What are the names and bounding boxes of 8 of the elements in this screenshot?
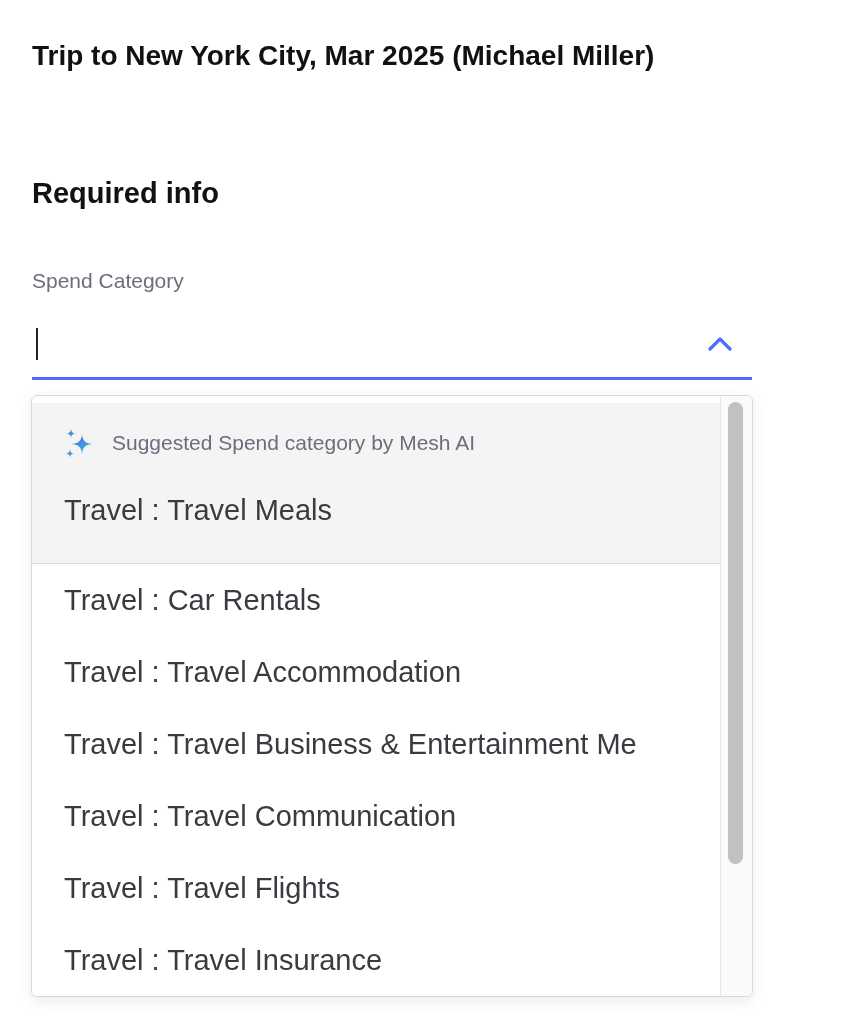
scrollbar-thumb[interactable] xyxy=(728,402,743,864)
field-label: Spend Category xyxy=(32,268,184,294)
suggested-option[interactable]: Travel : Travel Meals xyxy=(64,492,333,528)
section-heading: Required info xyxy=(32,176,219,211)
suggestion-caption: Suggested Spend category by Mesh AI xyxy=(112,430,476,456)
chevron-up-icon[interactable] xyxy=(708,336,732,351)
page-title: Trip to New York City, Mar 2025 (Michael Miller) xyxy=(32,39,656,73)
dropdown-option[interactable]: Travel : Travel Insurance xyxy=(32,924,720,996)
